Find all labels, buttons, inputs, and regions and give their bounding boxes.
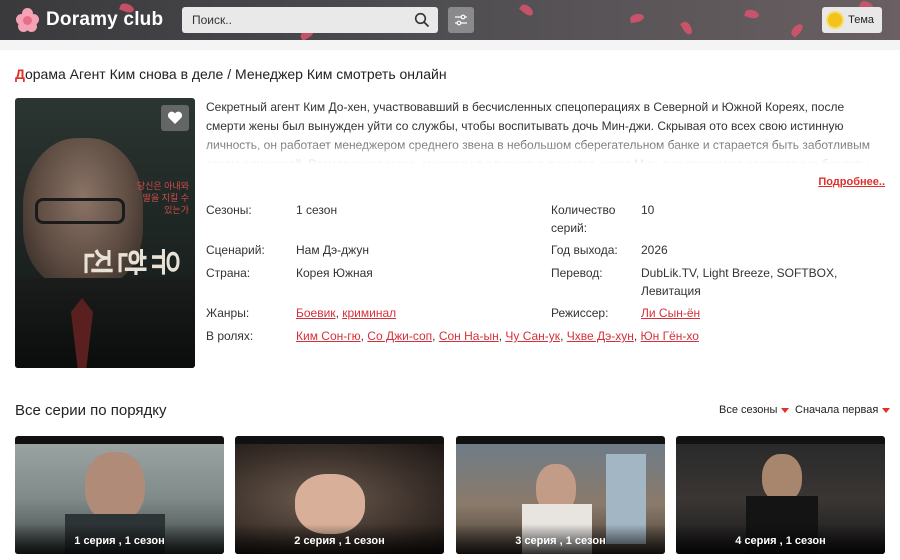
translation-value: DubLik.TV, Light Breeze, SOFTBOX, Левита… — [641, 266, 838, 298]
actor-link[interactable]: Чу Сан-ук — [505, 329, 560, 343]
petal-decoration — [789, 22, 805, 38]
episodes-count-label-2: серий: — [551, 221, 588, 235]
cast-label: В ролях: — [206, 329, 254, 343]
episode-caption: 1 серия , 1 сезон — [15, 524, 224, 554]
poster-logo: 유한진 — [79, 248, 182, 276]
episode-caption: 4 серия , 1 сезон — [676, 524, 885, 554]
sun-icon — [828, 13, 843, 27]
cast-list: Ким Сон-гю, Со Джи-соп, Сон На-ын, Чу Са… — [296, 329, 699, 343]
episode-caption: 3 серия , 1 сезон — [456, 524, 665, 554]
actor-link[interactable]: Со Джи-соп — [367, 329, 432, 343]
more-link[interactable]: Подробнее.. — [818, 176, 885, 188]
search-input[interactable] — [182, 7, 402, 33]
year-value: 2026 — [641, 243, 668, 257]
theme-label: Тема — [848, 14, 874, 26]
order-filter-label: Сначала первая — [795, 404, 879, 416]
title-first-letter: Д — [15, 66, 25, 82]
translation-label: Перевод: — [551, 266, 603, 280]
petal-decoration — [519, 2, 535, 18]
site-header: Doramy club Тема — [0, 0, 900, 41]
poster-tagline: 당신은 아내와 딸을 지킬 수 있는가 — [136, 181, 189, 215]
sakura-icon — [16, 8, 40, 32]
country-value: Корея Южная — [296, 266, 373, 280]
genre-link[interactable]: криминал — [342, 306, 396, 320]
search-icon[interactable] — [414, 12, 430, 28]
episode-card[interactable]: 2 серия , 1 сезон — [235, 436, 444, 554]
episode-card[interactable]: 1 серия , 1 сезон — [15, 436, 224, 554]
header-shadow — [0, 40, 900, 50]
season-filter-label: Все сезоны — [719, 404, 778, 416]
actor-link[interactable]: Юн Гён-хо — [641, 329, 699, 343]
caret-down-icon — [882, 407, 891, 413]
episodes-count-label: Количество — [551, 203, 616, 217]
favorite-button[interactable] — [161, 105, 189, 131]
episodes-heading: Все серии по порядку — [15, 402, 167, 419]
writer-value: Нам Дэ-джун — [296, 243, 369, 257]
petal-decoration — [744, 8, 760, 20]
actor-link[interactable]: Чхве Дэ-хун — [567, 329, 634, 343]
sliders-icon — [455, 14, 467, 26]
site-logo[interactable]: Doramy club — [16, 8, 163, 32]
writer-label: Сценарий: — [206, 243, 265, 257]
country-label: Страна: — [206, 266, 251, 280]
episode-caption: 2 серия , 1 сезон — [235, 524, 444, 554]
heart-icon — [167, 111, 183, 124]
description: Секретный агент Ким До-хен, участвовавши… — [206, 98, 880, 164]
genres-list: Боевик, криминал — [296, 306, 397, 320]
director-link[interactable]: Ли Сын-ён — [641, 306, 700, 320]
actor-link[interactable]: Ким Сон-гю — [296, 329, 361, 343]
caret-down-icon — [781, 407, 790, 413]
year-label: Год выхода: — [551, 243, 618, 257]
actor-link[interactable]: Сон На-ын — [439, 329, 499, 343]
petal-decoration — [680, 19, 694, 37]
title-text: орама Агент Ким снова в деле / Менеджер … — [24, 66, 447, 82]
seasons-value: 1 сезон — [296, 203, 338, 217]
filter-button[interactable] — [448, 7, 474, 33]
site-name: Doramy club — [46, 9, 164, 30]
director-label: Режиссер: — [551, 306, 609, 320]
genres-label: Жанры: — [206, 306, 250, 320]
theme-toggle-button[interactable]: Тема — [822, 7, 882, 33]
seasons-label: Сезоны: — [206, 203, 252, 217]
episode-card[interactable]: 3 серия , 1 сезон — [456, 436, 665, 554]
search-box — [182, 7, 438, 33]
director-value: Ли Сын-ён — [641, 304, 700, 322]
page-title: Дорама Агент Ким снова в деле / Менеджер… — [15, 66, 447, 82]
petal-decoration — [629, 12, 645, 24]
episode-card[interactable]: 4 серия , 1 сезон — [676, 436, 885, 554]
episodes-count-value: 10 — [641, 203, 655, 217]
season-filter-dropdown[interactable]: Все сезоны — [719, 404, 790, 416]
poster-image: 당신은 아내와 딸을 지킬 수 있는가 유한진 — [15, 98, 195, 368]
order-filter-dropdown[interactable]: Сначала первая — [795, 404, 891, 416]
genre-link[interactable]: Боевик — [296, 306, 336, 320]
